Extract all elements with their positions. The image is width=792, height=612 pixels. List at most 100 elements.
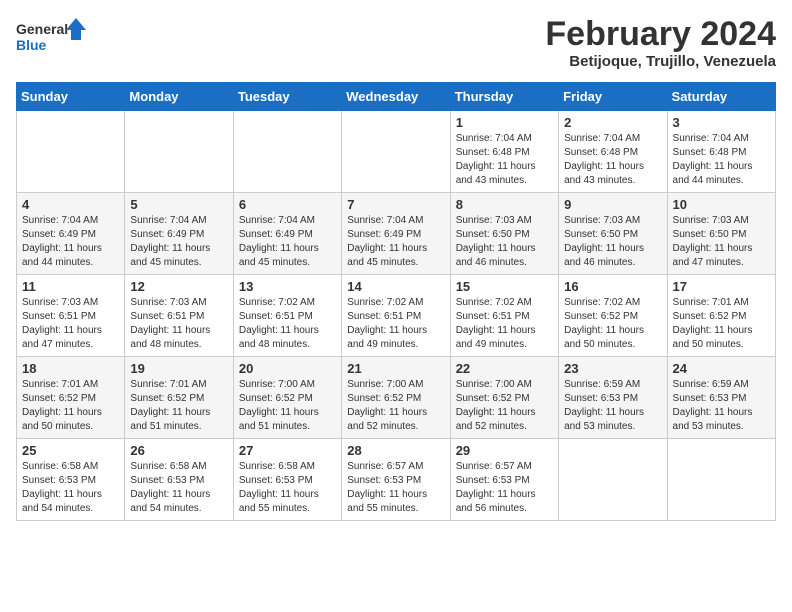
day-number: 26 — [130, 443, 227, 458]
generalblue-logo: General Blue — [16, 16, 86, 58]
calendar-cell: 5 Sunrise: 7:04 AM Sunset: 6:49 PM Daylig… — [125, 193, 233, 275]
calendar-cell: 8 Sunrise: 7:03 AM Sunset: 6:50 PM Daylig… — [450, 193, 558, 275]
day-info: Sunrise: 7:03 AM Sunset: 6:51 PM Dayligh… — [22, 296, 119, 352]
calendar-cell: 18 Sunrise: 7:01 AM Sunset: 6:52 PM Dayli… — [17, 357, 125, 439]
day-info: Sunrise: 6:59 AM Sunset: 6:53 PM Dayligh… — [673, 378, 770, 434]
calendar-cell: 27 Sunrise: 6:58 AM Sunset: 6:53 PM Dayli… — [233, 439, 341, 521]
day-number: 12 — [130, 279, 227, 294]
calendar-day-header: Friday — [559, 83, 667, 111]
day-info: Sunrise: 7:04 AM Sunset: 6:49 PM Dayligh… — [347, 214, 444, 270]
day-number: 2 — [564, 115, 661, 130]
calendar-cell — [342, 111, 450, 193]
calendar-cell: 2 Sunrise: 7:04 AM Sunset: 6:48 PM Daylig… — [559, 111, 667, 193]
day-number: 10 — [673, 197, 770, 212]
calendar-day-header: Wednesday — [342, 83, 450, 111]
day-number: 5 — [130, 197, 227, 212]
calendar-cell: 12 Sunrise: 7:03 AM Sunset: 6:51 PM Dayli… — [125, 275, 233, 357]
day-info: Sunrise: 7:02 AM Sunset: 6:52 PM Dayligh… — [564, 296, 661, 352]
calendar-cell: 10 Sunrise: 7:03 AM Sunset: 6:50 PM Dayli… — [667, 193, 775, 275]
day-info: Sunrise: 7:04 AM Sunset: 6:49 PM Dayligh… — [239, 214, 336, 270]
day-number: 24 — [673, 361, 770, 376]
day-info: Sunrise: 6:57 AM Sunset: 6:53 PM Dayligh… — [456, 460, 553, 516]
day-info: Sunrise: 7:03 AM Sunset: 6:50 PM Dayligh… — [456, 214, 553, 270]
calendar-cell: 24 Sunrise: 6:59 AM Sunset: 6:53 PM Dayli… — [667, 357, 775, 439]
day-number: 28 — [347, 443, 444, 458]
day-info: Sunrise: 6:57 AM Sunset: 6:53 PM Dayligh… — [347, 460, 444, 516]
calendar-day-header: Sunday — [17, 83, 125, 111]
day-number: 19 — [130, 361, 227, 376]
svg-text:General: General — [16, 21, 68, 37]
svg-text:Blue: Blue — [16, 37, 47, 53]
day-info: Sunrise: 7:04 AM Sunset: 6:49 PM Dayligh… — [130, 214, 227, 270]
day-number: 9 — [564, 197, 661, 212]
calendar-day-header: Thursday — [450, 83, 558, 111]
calendar-cell: 17 Sunrise: 7:01 AM Sunset: 6:52 PM Dayli… — [667, 275, 775, 357]
day-info: Sunrise: 7:01 AM Sunset: 6:52 PM Dayligh… — [22, 378, 119, 434]
day-number: 1 — [456, 115, 553, 130]
day-info: Sunrise: 7:04 AM Sunset: 6:48 PM Dayligh… — [564, 132, 661, 188]
calendar-cell: 3 Sunrise: 7:04 AM Sunset: 6:48 PM Daylig… — [667, 111, 775, 193]
calendar-cell: 22Sunrise: 7:00 AM Sunset: 6:52 PM Dayli… — [450, 357, 558, 439]
calendar-header-row: SundayMondayTuesdayWednesdayThursdayFrid… — [17, 83, 776, 111]
day-info: Sunrise: 7:01 AM Sunset: 6:52 PM Dayligh… — [130, 378, 227, 434]
day-number: 4 — [22, 197, 119, 212]
calendar-cell: 16 Sunrise: 7:02 AM Sunset: 6:52 PM Dayli… — [559, 275, 667, 357]
day-info: Sunrise: 7:02 AM Sunset: 6:51 PM Dayligh… — [456, 296, 553, 352]
day-info: Sunrise: 7:03 AM Sunset: 6:50 PM Dayligh… — [564, 214, 661, 270]
calendar-cell — [559, 439, 667, 521]
day-info: Sunrise: 6:58 AM Sunset: 6:53 PM Dayligh… — [239, 460, 336, 516]
day-number: 8 — [456, 197, 553, 212]
calendar-cell: 28 Sunrise: 6:57 AM Sunset: 6:53 PM Dayli… — [342, 439, 450, 521]
day-info: Sunrise: 7:01 AM Sunset: 6:52 PM Dayligh… — [673, 296, 770, 352]
calendar-week-row: 25Sunrise: 6:58 AM Sunset: 6:53 PM Dayli… — [17, 439, 776, 521]
day-info: Sunrise: 7:04 AM Sunset: 6:48 PM Dayligh… — [456, 132, 553, 188]
day-number: 21 — [347, 361, 444, 376]
calendar-week-row: 18 Sunrise: 7:01 AM Sunset: 6:52 PM Dayli… — [17, 357, 776, 439]
day-info: Sunrise: 7:02 AM Sunset: 6:51 PM Dayligh… — [239, 296, 336, 352]
title-area: February 2024 Betijoque, Trujillo, Venez… — [545, 16, 776, 70]
day-info: Sunrise: 7:03 AM Sunset: 6:51 PM Dayligh… — [130, 296, 227, 352]
calendar-day-header: Saturday — [667, 83, 775, 111]
calendar-cell — [667, 439, 775, 521]
calendar-cell: 9 Sunrise: 7:03 AM Sunset: 6:50 PM Daylig… — [559, 193, 667, 275]
day-info: Sunrise: 6:58 AM Sunset: 6:53 PM Dayligh… — [130, 460, 227, 516]
day-info: Sunrise: 7:00 AM Sunset: 6:52 PM Dayligh… — [239, 378, 336, 434]
calendar-cell: 14Sunrise: 7:02 AM Sunset: 6:51 PM Dayli… — [342, 275, 450, 357]
subtitle: Betijoque, Trujillo, Venezuela — [545, 53, 776, 70]
calendar-day-header: Tuesday — [233, 83, 341, 111]
day-number: 20 — [239, 361, 336, 376]
day-number: 29 — [456, 443, 553, 458]
calendar-cell: 4 Sunrise: 7:04 AM Sunset: 6:49 PM Daylig… — [17, 193, 125, 275]
day-number: 3 — [673, 115, 770, 130]
calendar-cell: 13Sunrise: 7:02 AM Sunset: 6:51 PM Dayli… — [233, 275, 341, 357]
calendar-table: SundayMondayTuesdayWednesdayThursdayFrid… — [16, 82, 776, 521]
calendar-cell: 20 Sunrise: 7:00 AM Sunset: 6:52 PM Dayli… — [233, 357, 341, 439]
calendar-cell: 25Sunrise: 6:58 AM Sunset: 6:53 PM Dayli… — [17, 439, 125, 521]
day-info: Sunrise: 7:04 AM Sunset: 6:48 PM Dayligh… — [673, 132, 770, 188]
calendar-cell: 6 Sunrise: 7:04 AM Sunset: 6:49 PM Daylig… — [233, 193, 341, 275]
day-number: 17 — [673, 279, 770, 294]
day-info: Sunrise: 7:00 AM Sunset: 6:52 PM Dayligh… — [347, 378, 444, 434]
calendar-cell: 19 Sunrise: 7:01 AM Sunset: 6:52 PM Dayli… — [125, 357, 233, 439]
calendar-cell: 23Sunrise: 6:59 AM Sunset: 6:53 PM Dayli… — [559, 357, 667, 439]
day-info: Sunrise: 7:02 AM Sunset: 6:51 PM Dayligh… — [347, 296, 444, 352]
calendar-week-row: 4 Sunrise: 7:04 AM Sunset: 6:49 PM Daylig… — [17, 193, 776, 275]
day-number: 18 — [22, 361, 119, 376]
header: General Blue February 2024 Betijoque, Tr… — [16, 16, 776, 70]
day-info: Sunrise: 7:04 AM Sunset: 6:49 PM Dayligh… — [22, 214, 119, 270]
calendar-cell: 1 Sunrise: 7:04 AM Sunset: 6:48 PM Daylig… — [450, 111, 558, 193]
day-number: 6 — [239, 197, 336, 212]
day-number: 11 — [22, 279, 119, 294]
day-info: Sunrise: 7:03 AM Sunset: 6:50 PM Dayligh… — [673, 214, 770, 270]
calendar-cell: 21 Sunrise: 7:00 AM Sunset: 6:52 PM Dayli… — [342, 357, 450, 439]
calendar-cell — [17, 111, 125, 193]
calendar-week-row: 11 Sunrise: 7:03 AM Sunset: 6:51 PM Dayli… — [17, 275, 776, 357]
day-number: 7 — [347, 197, 444, 212]
logo: General Blue — [16, 16, 86, 58]
calendar-cell: 26 Sunrise: 6:58 AM Sunset: 6:53 PM Dayli… — [125, 439, 233, 521]
day-number: 27 — [239, 443, 336, 458]
day-number: 22 — [456, 361, 553, 376]
day-number: 23 — [564, 361, 661, 376]
day-number: 16 — [564, 279, 661, 294]
calendar-cell — [233, 111, 341, 193]
